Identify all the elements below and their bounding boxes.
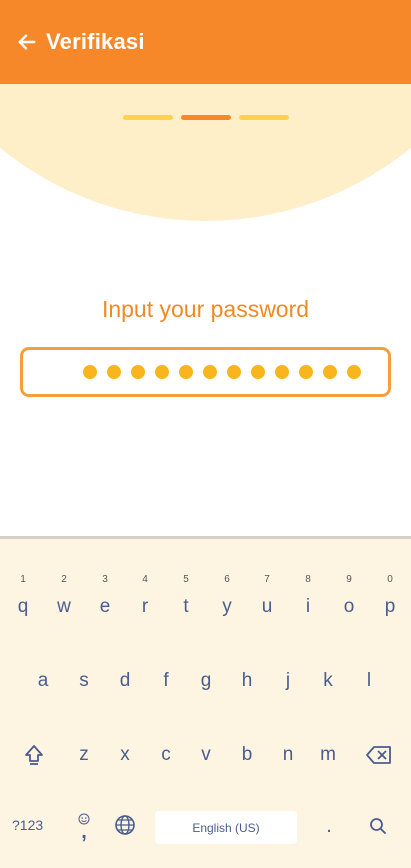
key-k[interactable]: k [318,670,338,692]
password-dot [155,365,169,379]
key-label: f [163,670,169,691]
key-a[interactable]: a [33,670,53,692]
key-label: s [79,670,89,691]
backspace-icon [366,746,391,764]
password-dot [107,365,121,379]
key-label: b [241,744,253,765]
comma-key[interactable]: , [74,811,94,843]
back-button[interactable] [14,29,40,55]
password-dot [203,365,217,379]
symbols-key[interactable]: ?123 [12,817,54,833]
app-bar: Verifikasi [0,0,411,84]
key-label: d [119,670,131,691]
key-h[interactable]: h [237,670,257,692]
key-o[interactable]: 9o [339,574,359,618]
key-c[interactable]: c [156,744,176,766]
period-key[interactable]: . [322,815,336,838]
backspace-key[interactable] [364,743,394,767]
key-e[interactable]: 3e [95,574,115,618]
password-dot [275,365,289,379]
key-label: o [343,596,355,617]
key-r[interactable]: 4r [135,574,155,618]
key-w[interactable]: 2w [54,574,74,618]
key-g[interactable]: g [196,670,216,692]
key-hint: 7 [264,574,270,585]
key-l[interactable]: l [359,670,379,692]
key-hint: 5 [183,574,189,585]
password-input[interactable] [20,347,391,397]
key-n[interactable]: n [278,744,298,766]
shift-icon [25,745,43,765]
password-dot [131,365,145,379]
key-y[interactable]: 6y [217,574,237,618]
shift-key[interactable] [20,741,48,769]
key-label: x [120,744,130,765]
key-hint: 8 [305,574,311,585]
key-hint: 3 [102,574,108,585]
step-bar-1 [122,115,173,120]
step-indicator [0,115,411,120]
comma-label: , [81,821,87,843]
key-t[interactable]: 5t [176,574,196,618]
key-v[interactable]: v [196,744,216,766]
space-key[interactable]: English (US) [155,811,297,844]
step-bar-2 [180,115,231,120]
page-title: Verifikasi [46,29,145,54]
key-label: y [222,596,232,617]
key-label: i [305,596,311,617]
key-label: a [37,670,49,691]
key-label: j [285,670,291,691]
password-dot [347,365,361,379]
language-key[interactable] [113,813,137,837]
key-label: q [17,596,29,617]
key-hint: 9 [346,574,352,585]
key-b[interactable]: b [237,744,257,766]
key-hint: 1 [20,574,26,585]
key-m[interactable]: m [318,744,338,766]
password-dot [251,365,265,379]
key-q[interactable]: 1q [13,574,33,618]
key-x[interactable]: x [115,744,135,766]
key-label: r [141,596,149,617]
password-prompt: Input your password [101,296,310,322]
key-p[interactable]: 0p [380,574,400,618]
search-key[interactable] [367,815,389,837]
password-dot [179,365,193,379]
key-label: k [323,670,333,691]
key-z[interactable]: z [74,744,94,766]
key-label: c [161,744,171,765]
key-label: g [200,670,212,691]
key-s[interactable]: s [74,670,94,692]
key-label: h [241,670,253,691]
key-label: l [366,670,372,691]
key-hint: 2 [61,574,67,585]
key-hint: 4 [142,574,148,585]
key-label: n [282,744,294,765]
key-label: u [261,596,273,617]
key-label: m [320,744,336,765]
globe-icon [115,815,135,835]
key-label: w [57,596,71,617]
key-label: v [201,744,211,765]
screen: Verifikasi Input your password ?123 , En… [0,0,411,868]
key-label: t [183,596,189,617]
password-dot [299,365,313,379]
password-dot [227,365,241,379]
password-dot [83,365,97,379]
on-screen-keyboard: ?123 , English (US) . 1q2w 3 e 4 r 5 t 6… [0,536,411,868]
key-d[interactable]: d [115,670,135,692]
key-label: p [384,596,396,617]
key-label: e [99,596,111,617]
key-u[interactable]: 7u [257,574,277,618]
arrow-left-icon [18,34,36,50]
key-label: z [79,744,89,765]
key-i[interactable]: 8i [298,574,318,618]
search-icon [370,818,386,834]
key-hint: 0 [387,574,393,585]
key-j[interactable]: j [278,670,298,692]
key-hint: 6 [224,574,230,585]
key-f[interactable]: f [156,670,176,692]
password-dot [323,365,337,379]
step-bar-3 [238,115,289,120]
